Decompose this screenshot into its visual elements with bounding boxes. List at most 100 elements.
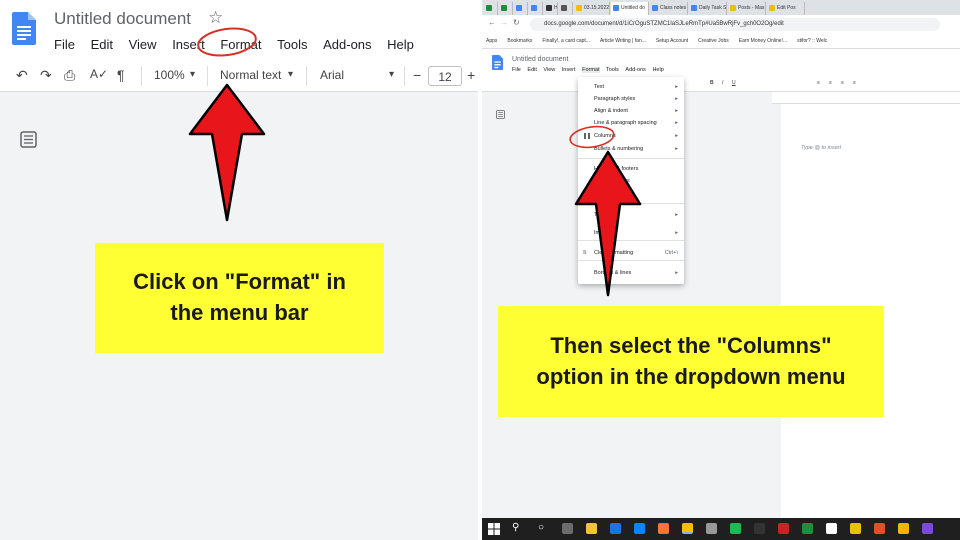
browser-tab[interactable] <box>499 2 513 15</box>
chevron-down-icon[interactable]: ▾ <box>389 69 394 80</box>
menu-help[interactable]: Help <box>652 67 663 73</box>
app-icon[interactable] <box>898 523 909 534</box>
browser-tab[interactable]: Class notes <box>650 2 688 15</box>
taskview-app-icon[interactable] <box>562 523 573 534</box>
google-docs-logo-icon[interactable] <box>492 55 503 70</box>
reload-icon[interactable]: ↻ <box>513 18 520 27</box>
favicon-icon <box>531 5 537 11</box>
app-icon[interactable] <box>826 523 837 534</box>
browser-tab[interactable] <box>529 2 543 15</box>
app-icon[interactable] <box>850 523 861 534</box>
menu-format[interactable]: Format <box>582 67 600 73</box>
task-view-icon[interactable]: ○ <box>538 522 544 533</box>
menu-addons[interactable]: Add-ons <box>625 67 646 73</box>
font-size-increase-button[interactable]: + <box>467 67 475 83</box>
edge-browser-icon[interactable] <box>610 523 621 534</box>
app-icon[interactable] <box>922 523 933 534</box>
chevron-right-icon: ▸ <box>675 96 678 102</box>
browser-tab[interactable]: H <box>544 2 558 15</box>
chrome-icon[interactable] <box>682 523 693 534</box>
browser-tab[interactable] <box>514 2 528 15</box>
spotify-icon[interactable] <box>730 523 741 534</box>
tab-label: Edit Pos <box>777 5 796 11</box>
app-icon[interactable] <box>706 523 717 534</box>
underline-button[interactable]: U <box>732 80 736 86</box>
instruction-text: Then select the "Columns" option in the … <box>536 332 846 389</box>
url-input[interactable]: docs.google.com/document/d/1iCrOguSTZMC1… <box>530 18 940 31</box>
justify-icon[interactable]: ≡ <box>853 80 856 86</box>
print-icon[interactable]: ⎙ <box>64 67 75 84</box>
zoom-select[interactable]: 100% <box>154 68 185 82</box>
app-icon[interactable] <box>874 523 885 534</box>
app-icon[interactable] <box>802 523 813 534</box>
windows-start-icon[interactable] <box>488 523 500 535</box>
align-right-icon[interactable]: ≡ <box>841 80 844 86</box>
bold-button[interactable]: B <box>710 80 714 86</box>
firefox-icon[interactable] <box>658 523 669 534</box>
menu-tools[interactable]: Tools <box>277 37 307 52</box>
italic-button[interactable]: I <box>722 80 723 86</box>
menu-addons[interactable]: Add-ons <box>323 37 371 52</box>
document-outline-icon[interactable] <box>496 110 505 119</box>
menu-view[interactable]: View <box>129 37 157 52</box>
bookmark-item[interactable]: Apps <box>486 38 497 44</box>
menu-file[interactable]: File <box>512 67 521 73</box>
back-icon[interactable]: ← <box>488 18 496 27</box>
bookmark-item[interactable]: stifor? :: Welc <box>797 38 827 44</box>
menu-item-shortcut: Ctrl+\ <box>664 250 678 256</box>
bookmark-item[interactable]: Article Writing | fan... <box>600 38 646 44</box>
menu-view[interactable]: View <box>543 67 555 73</box>
bookmark-item[interactable]: Earn Money Online!... <box>739 38 787 44</box>
chevron-down-icon[interactable]: ▾ <box>288 69 293 80</box>
menu-item-text[interactable]: Text ▸ <box>578 81 684 93</box>
font-size-decrease-button[interactable]: − <box>413 67 421 83</box>
menu-edit[interactable]: Edit <box>91 37 113 52</box>
toolbar-divider <box>306 66 307 86</box>
browser-tab[interactable]: 03.15.2022 <box>574 2 610 15</box>
search-icon[interactable]: ⚲ <box>512 522 519 533</box>
document-outline-icon[interactable] <box>20 131 37 148</box>
app-icon[interactable] <box>754 523 765 534</box>
font-select[interactable]: Arial <box>320 68 344 82</box>
red-arrow-up-icon <box>574 150 642 297</box>
chevron-down-icon[interactable]: ▾ <box>190 69 195 80</box>
mail-icon[interactable] <box>634 523 645 534</box>
document-title[interactable]: Untitled document <box>512 56 568 63</box>
browser-tab[interactable]: Daily Task S <box>689 2 727 15</box>
redo-icon[interactable]: ↷ <box>40 67 52 84</box>
spellcheck-icon[interactable]: A✓ <box>90 67 108 81</box>
menu-insert[interactable]: Insert <box>562 67 576 73</box>
forward-icon[interactable]: → <box>500 18 508 27</box>
browser-tab[interactable]: Edit Pos <box>767 2 805 15</box>
ruler[interactable] <box>772 92 960 104</box>
font-size-input[interactable]: 12 <box>428 66 462 86</box>
browser-tab[interactable]: Posts - Mas <box>728 2 766 15</box>
undo-icon[interactable]: ↶ <box>16 67 28 84</box>
google-docs-logo-icon[interactable] <box>12 12 36 45</box>
menu-tools[interactable]: Tools <box>606 67 619 73</box>
browser-tab[interactable] <box>559 2 573 15</box>
browser-tab[interactable]: Untitled do <box>611 2 649 15</box>
align-left-icon[interactable]: ≡ <box>817 80 820 86</box>
bookmark-item[interactable]: Creative Jobs <box>698 38 729 44</box>
menu-help[interactable]: Help <box>387 37 414 52</box>
browser-tab[interactable] <box>484 2 498 15</box>
menu-item-paragraph-styles[interactable]: Paragraph styles ▸ <box>578 93 684 105</box>
paint-format-icon[interactable]: ¶ <box>117 67 125 83</box>
bookmark-item[interactable]: Finally!, a card capt... <box>542 38 590 44</box>
docs-toolbar: B I U ≡ ≡ ≡ ≡ <box>482 77 960 92</box>
style-select[interactable]: Normal text <box>220 68 281 82</box>
align-center-icon[interactable]: ≡ <box>829 80 832 86</box>
document-title[interactable]: Untitled document <box>54 9 191 29</box>
right-screenshot-panel: H 03.15.2022 Untitled do Class notes Daily T… <box>482 0 960 540</box>
tab-label: Daily Task S <box>699 5 727 11</box>
favicon-icon <box>769 5 775 11</box>
file-explorer-icon[interactable] <box>586 523 597 534</box>
bookmark-item[interactable]: Bookmarks <box>507 38 532 44</box>
menu-file[interactable]: File <box>54 37 75 52</box>
bookmark-item[interactable]: Setup Account <box>656 38 688 44</box>
menu-item-align-indent[interactable]: Align & indent ▸ <box>578 105 684 117</box>
instruction-callout: Click on "Format" in the menu bar <box>95 243 384 353</box>
menu-edit[interactable]: Edit <box>527 67 536 73</box>
app-icon[interactable] <box>778 523 789 534</box>
